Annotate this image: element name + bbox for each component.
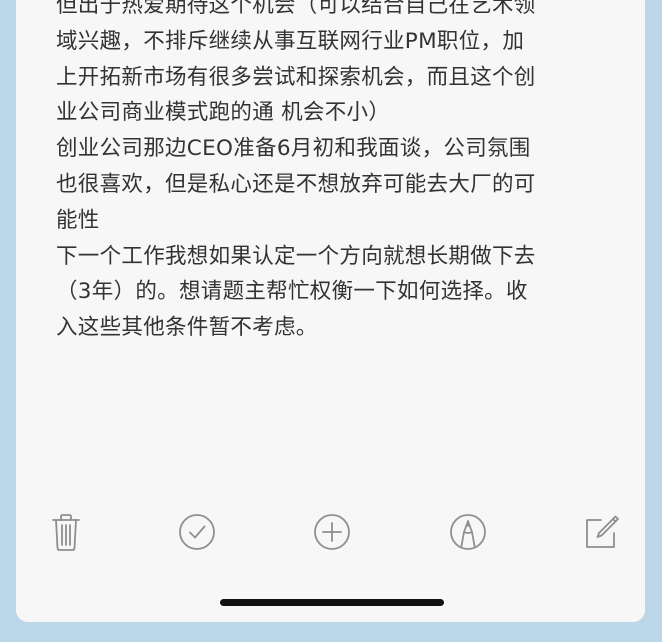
delete-button[interactable] [44, 510, 88, 554]
bottom-toolbar [16, 510, 645, 556]
note-line: 入这些其他条件暂不考虑。 [56, 315, 318, 341]
note-line: 创业公司那边CEO准备6月初和我面谈，公司氛围 [56, 136, 531, 162]
markup-button[interactable] [446, 510, 490, 554]
note-line: 也很喜欢，但是私心还是不想放弃可能去大厂的可 [56, 171, 536, 197]
note-line: 但出于热爱期待这个机会（可以结合自己在艺术领 [56, 0, 536, 18]
markup-icon [450, 514, 486, 550]
compose-icon [586, 515, 619, 548]
checklist-button[interactable] [175, 510, 219, 554]
note-line: 上开拓新市场有很多尝试和探索机会，而且这个创 [56, 64, 536, 90]
add-icon [314, 514, 350, 550]
note-line: 下一个工作我想如果认定一个方向就想长期做下去 [56, 243, 536, 269]
note-line: 域兴趣，不排斥继续从事互联网行业PM职位，加 [56, 28, 525, 54]
home-indicator[interactable] [220, 599, 444, 606]
add-button[interactable] [310, 510, 354, 554]
checklist-icon [179, 514, 215, 550]
notes-screen: 但出于热爱期待这个机会（可以结合自己在艺术领 域兴趣，不排斥继续从事互联网行业P… [16, 0, 645, 622]
trash-icon [52, 514, 80, 551]
compose-button[interactable] [579, 510, 623, 554]
note-line: 业公司商业模式跑的通 机会不小） [56, 100, 391, 126]
note-text-body[interactable]: 但出于热爱期待这个机会（可以结合自己在艺术领 域兴趣，不排斥继续从事互联网行业P… [56, 0, 616, 346]
note-line: （3年）的。想请题主帮忙权衡一下如何选择。收 [56, 279, 528, 305]
note-line: 能性 [56, 207, 100, 233]
